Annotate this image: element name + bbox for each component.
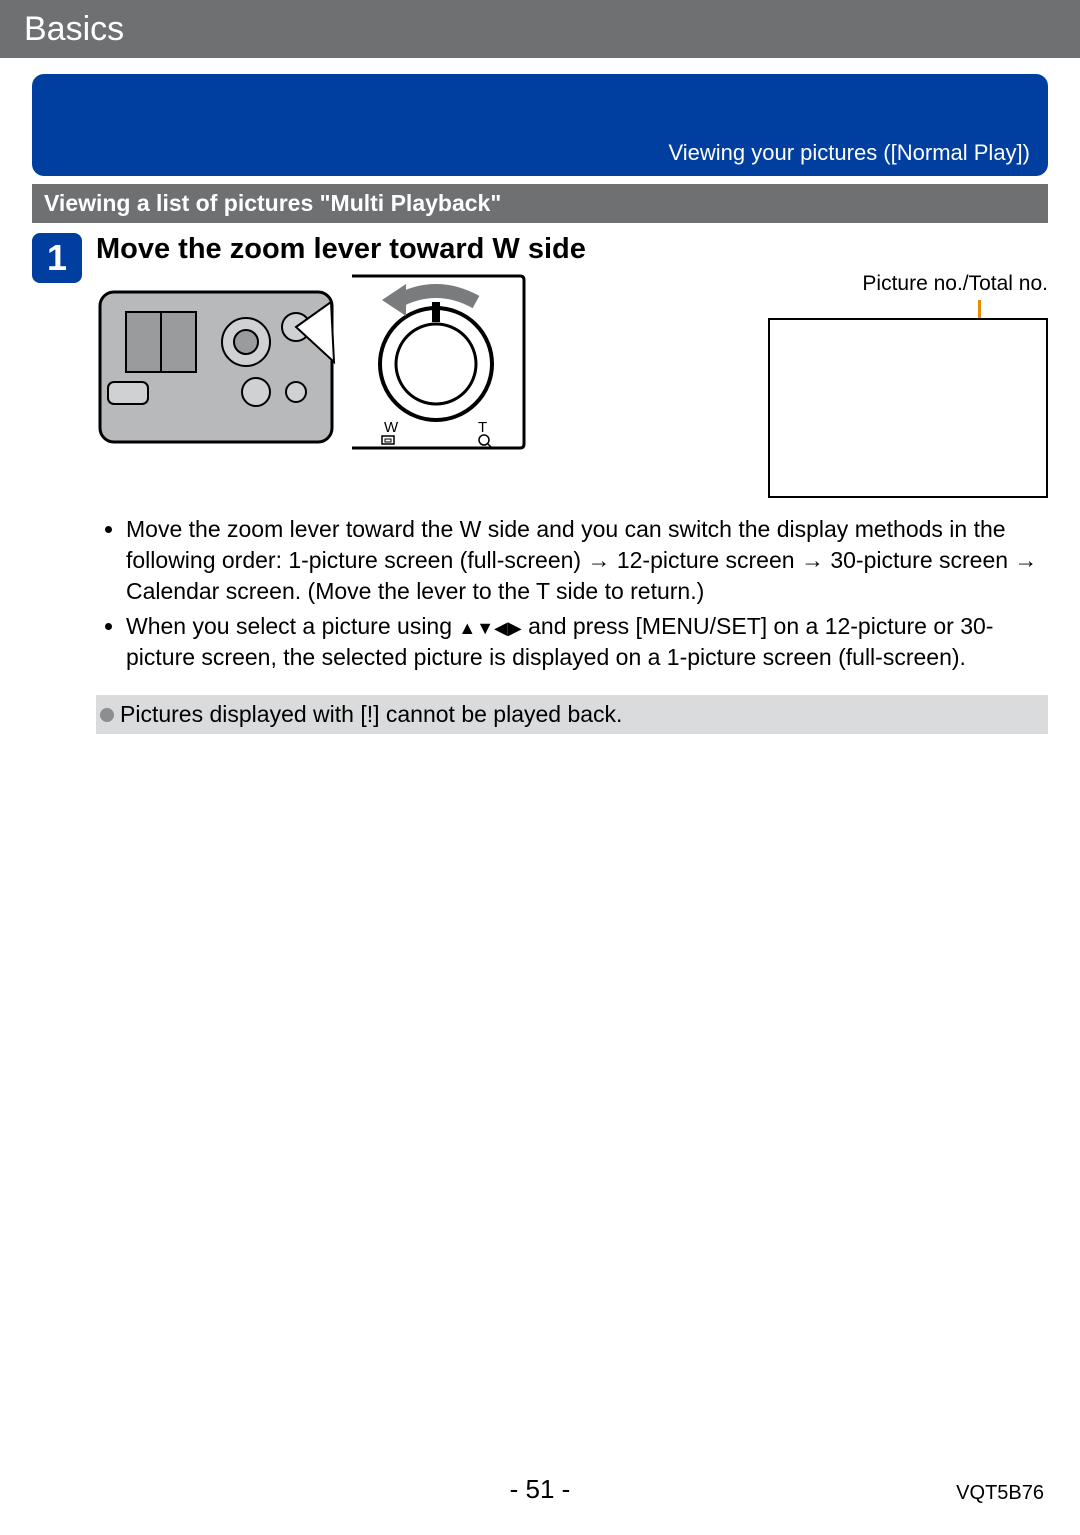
bullet-item: Move the zoom lever toward the W side an… [126, 514, 1048, 607]
camera-illustrations: W T [96, 272, 526, 452]
dpad-arrows-icon: ▲▼◀▶ [458, 618, 521, 638]
section-header: Viewing a list of pictures "Multi Playba… [32, 184, 1048, 223]
topic-banner-text: Viewing your pictures ([Normal Play]) [669, 140, 1031, 166]
chapter-title: Basics [24, 10, 124, 48]
page-content: Viewing your pictures ([Normal Play]) Vi… [0, 58, 1080, 734]
step-number-badge: 1 [32, 233, 82, 283]
manual-code: VQT5B76 [956, 1482, 1044, 1505]
bullet-item: When you select a picture using ▲▼◀▶ and… [126, 611, 1048, 673]
chapter-header: Basics [0, 0, 1080, 58]
callout-label: Picture no./Total no. [748, 272, 1048, 296]
step-bullets: Move the zoom lever toward the W side an… [96, 514, 1048, 673]
callout-block: Picture no./Total no. [748, 272, 1048, 498]
bullet-text: Move the zoom lever toward the W side an… [126, 516, 1037, 604]
callout-pointer [978, 300, 981, 318]
bullet-text-pre: When you select a picture using [126, 613, 458, 639]
note-text: Pictures displayed with [!] cannot be pl… [120, 701, 622, 728]
note-bullet-icon [100, 708, 114, 722]
dial-w-label: W [384, 419, 399, 436]
step-body: Move the zoom lever toward W side [96, 233, 1048, 734]
step-1: 1 Move the zoom lever toward W side [32, 233, 1048, 734]
screen-placeholder-box [768, 318, 1048, 498]
page-number: - 51 - [510, 1474, 571, 1504]
step-number: 1 [47, 237, 67, 279]
step-title: Move the zoom lever toward W side [96, 233, 1048, 266]
topic-banner: Viewing your pictures ([Normal Play]) [32, 74, 1048, 176]
note-bar: Pictures displayed with [!] cannot be pl… [96, 695, 1048, 734]
camera-top-icon [96, 272, 336, 452]
zoom-dial-icon: W T [346, 272, 526, 452]
dial-t-label: T [478, 419, 487, 436]
page-footer: - 51 - VQT5B76 [0, 1474, 1080, 1505]
illustration-row: W T Picture no./Total no. [96, 272, 1048, 498]
section-title: Viewing a list of pictures "Multi Playba… [44, 190, 501, 216]
